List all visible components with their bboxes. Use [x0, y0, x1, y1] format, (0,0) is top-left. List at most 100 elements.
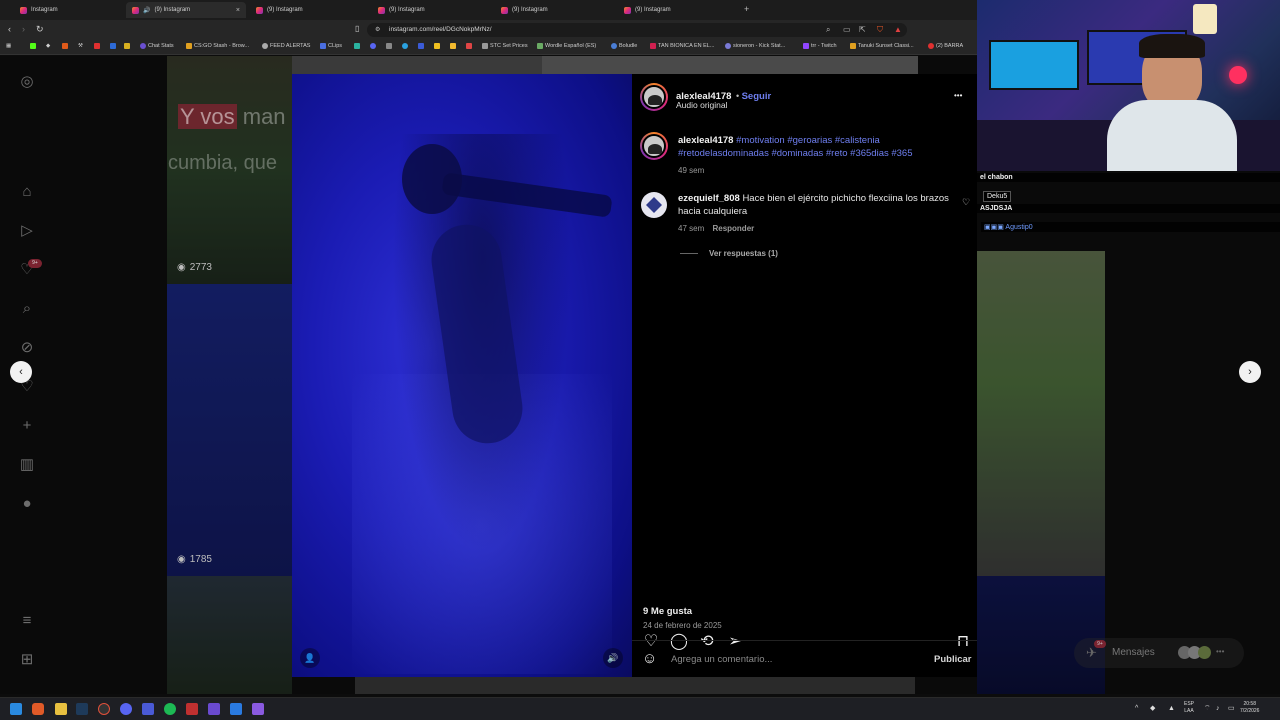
reload-icon[interactable]: ↻ — [36, 24, 44, 35]
clock[interactable]: 20:58 7/2/2026 — [1240, 701, 1259, 715]
more-options-icon[interactable]: ••• — [954, 91, 962, 100]
language-indicator[interactable]: ESP LAA — [1184, 701, 1194, 715]
tray-app-2-icon[interactable]: ▲ — [1168, 705, 1175, 712]
file-explorer-icon[interactable] — [55, 703, 67, 715]
site-info-icon[interactable]: ⚙ — [375, 26, 380, 33]
comment-input[interactable]: Agrega un comentario... — [671, 654, 772, 665]
taskbar-app-icon[interactable] — [142, 703, 154, 715]
bookmark-blue2-icon[interactable] — [418, 43, 424, 49]
search-icon[interactable]: ⌕ — [18, 300, 36, 318]
messages-button[interactable]: ✈ 9+ Mensajes ••• — [1074, 638, 1244, 668]
tab-3[interactable]: (9) Instagram — [250, 2, 370, 18]
url-text[interactable]: instagram.com/reel/DGcNokpMrNz/ — [389, 26, 492, 33]
grid-tile-bottom[interactable] — [355, 677, 915, 694]
new-tab-button[interactable]: + — [744, 4, 749, 14]
bookmark-trr-twitch[interactable]: trr - Twitch — [803, 43, 837, 49]
tab-2-active[interactable]: 🔊 (9) Instagram × — [126, 2, 246, 18]
bookmark-kick-icon[interactable] — [30, 43, 36, 49]
previous-post-button[interactable]: ‹ — [10, 361, 32, 383]
commenter-avatar[interactable] — [641, 192, 667, 218]
instagram-icon[interactable]: ◎ — [18, 73, 36, 91]
zoom-icon[interactable]: ⌕ — [826, 25, 830, 35]
forward-icon[interactable]: › — [22, 24, 25, 34]
brave-rewards-icon[interactable]: ▲ — [894, 25, 902, 34]
taskbar-app-2-icon[interactable] — [252, 703, 264, 715]
bookmark-telegram-icon[interactable] — [402, 43, 408, 49]
bookmark-tanuki[interactable]: Tanuki Sunset Classi... — [850, 43, 914, 49]
close-tab-icon[interactable]: × — [236, 7, 240, 14]
like-icon[interactable]: ♡ — [642, 633, 660, 651]
address-bar[interactable]: ⚙ instagram.com/reel/DGcNokpMrNz/ ⌕ ▭ ⇱ … — [367, 23, 907, 37]
bookmark-arrow-icon[interactable] — [466, 43, 472, 49]
tab-1[interactable]: Instagram — [14, 2, 124, 18]
bookmark-icon[interactable]: ▯ — [355, 24, 359, 33]
user-tag-icon[interactable]: 👤 — [300, 648, 320, 668]
bookmark-yellow2-icon[interactable] — [434, 43, 440, 49]
home-icon[interactable]: ⌂ — [18, 183, 36, 201]
steam-icon[interactable] — [76, 703, 88, 715]
audio-label[interactable]: Audio original — [676, 100, 728, 110]
bookmark-tool-icon[interactable]: ⚒ — [78, 43, 83, 49]
bookmark-stc-set-prices[interactable]: STC Set Prices — [482, 43, 528, 49]
caption-hashtags-2[interactable]: #retodelasdominadas #dominadas #reto #36… — [678, 148, 913, 159]
bookmark-diamond-icon[interactable]: ◆ — [46, 43, 50, 49]
tray-app-icon[interactable]: ◆ — [1150, 705, 1155, 712]
bookmark-wordle[interactable]: Wordle Español (ES) — [537, 43, 596, 49]
profile-icon[interactable]: ● — [18, 495, 36, 513]
reel-video[interactable]: 👤 🔊 — [292, 74, 632, 677]
grid-tile-2[interactable] — [167, 284, 292, 576]
tray-chevron-icon[interactable]: ^ — [1135, 705, 1138, 712]
bookmark-clips[interactable]: CLips — [320, 43, 342, 49]
bookmark-boludle[interactable]: Boludle — [611, 43, 637, 49]
plus-icon[interactable]: + — [18, 417, 36, 435]
taskbar-purple-app-icon[interactable] — [208, 703, 220, 715]
reply-button[interactable]: Responder — [712, 224, 754, 233]
caption-avatar[interactable] — [640, 132, 668, 160]
grid-tile-right[interactable] — [977, 251, 1105, 576]
repost-icon[interactable]: ⟲ — [698, 633, 716, 651]
publish-button[interactable]: Publicar — [934, 654, 972, 665]
bookmark-chat-stats[interactable]: Chat Stats — [140, 43, 174, 49]
share-icon[interactable]: ➢ — [726, 633, 744, 651]
bookmark-grey-icon[interactable] — [386, 43, 392, 49]
save-icon[interactable]: ⊓ — [954, 633, 972, 651]
insights-icon[interactable]: ▥ — [18, 456, 36, 474]
brave-shield-icon[interactable]: ⛉ — [877, 25, 883, 35]
bookmark-sioneron-kick[interactable]: sioneron - Kick Stat... — [725, 43, 785, 49]
battery-icon[interactable]: ▭ — [1228, 705, 1235, 712]
bookmark-x-icon[interactable] — [62, 43, 68, 49]
bookmark-discord-icon[interactable] — [370, 43, 376, 49]
bookmark-teal-icon[interactable] — [354, 43, 360, 49]
grid-tile-top-2[interactable] — [542, 56, 918, 74]
reels-icon[interactable]: ▷ — [18, 222, 36, 240]
author-avatar[interactable] — [640, 83, 668, 111]
cast-icon[interactable]: ▭ — [843, 25, 851, 34]
speaker-tray-icon[interactable]: ♪ — [1216, 705, 1220, 712]
spotify-icon[interactable] — [164, 703, 176, 715]
bookmark-blue-icon[interactable] — [110, 43, 116, 49]
chrome-icon[interactable] — [98, 703, 110, 715]
wifi-icon[interactable]: ⌔ — [1204, 705, 1211, 712]
brave-browser-icon[interactable] — [32, 703, 44, 715]
bookmark-barra[interactable]: (2) BARRA — [928, 43, 963, 49]
windows-start-icon[interactable] — [10, 703, 22, 715]
comment-like-icon[interactable]: ♡ — [962, 197, 970, 208]
back-icon[interactable]: ‹ — [8, 24, 11, 34]
commenter-username[interactable]: ezequielf_808 — [678, 193, 740, 204]
tab-5[interactable]: (9) Instagram — [495, 2, 615, 18]
taskbar-blue-app-icon[interactable] — [230, 703, 242, 715]
tab-4[interactable]: (9) Instagram — [372, 2, 492, 18]
caption-username[interactable]: alexleal4178 — [678, 135, 733, 146]
volume-icon[interactable]: 🔊 — [603, 648, 623, 668]
bookmark-binance-icon[interactable] — [450, 43, 456, 49]
explore-icon[interactable]: ⊘ — [18, 339, 36, 357]
tab-6[interactable]: (9) Instagram — [618, 2, 738, 18]
follow-button[interactable]: Seguir — [742, 91, 772, 102]
bookmark-yt-icon[interactable] — [94, 43, 100, 49]
bookmark-tan-bionica[interactable]: TAN BIONICA EN EL... — [650, 43, 714, 49]
grid-tile-top[interactable] — [292, 56, 542, 74]
next-post-button[interactable]: › — [1239, 361, 1261, 383]
view-replies-button[interactable]: Ver respuestas (1) — [709, 249, 778, 258]
caption-hashtags-1[interactable]: #motivation #geroarias #calistenia — [736, 135, 880, 146]
bookmark-csgo-stash[interactable]: CS:GO Stash - Brow... — [186, 43, 249, 49]
